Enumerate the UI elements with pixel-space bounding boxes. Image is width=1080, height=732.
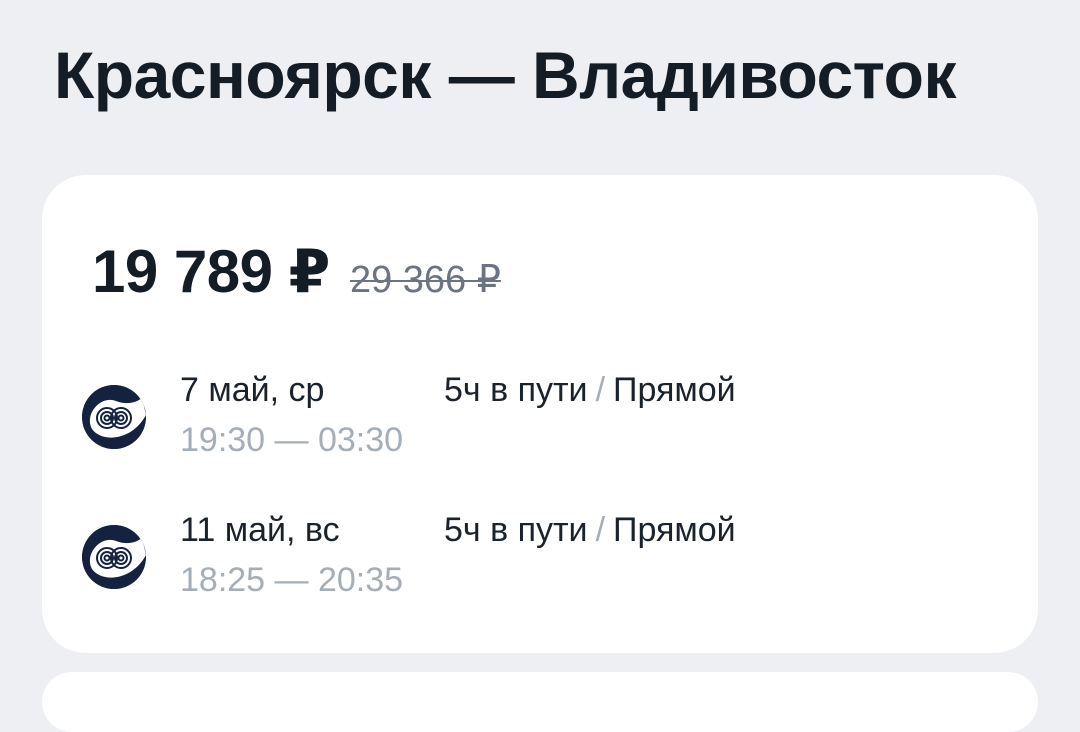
segment-date: 11 май, вс bbox=[180, 511, 340, 549]
next-ticket-card[interactable] bbox=[42, 672, 1038, 732]
segment-date: 7 май, ср bbox=[180, 371, 325, 409]
segment-time: 18:25 — 20:35 bbox=[180, 561, 404, 599]
price-row: 19 789 ₽ 29 366 ₽ bbox=[92, 237, 501, 307]
flight-segment-return: 11 май, вс 18:25 — 20:35 5ч в пути / Прямо… bbox=[82, 510, 982, 610]
segment-separator: / bbox=[595, 371, 606, 409]
price-current: 19 789 ₽ bbox=[92, 238, 330, 305]
flight-segment-outbound: 7 май, ср 19:30 — 03:30 5ч в пути / Прямой bbox=[82, 370, 982, 470]
segment-info: 5ч в пути / Прямой bbox=[444, 370, 736, 410]
route-title: Красноярск — Владивосток bbox=[54, 38, 956, 112]
segment-type: Прямой bbox=[613, 511, 736, 549]
segment-time: 19:30 — 03:30 bbox=[180, 421, 404, 459]
airline-logo-icon bbox=[82, 525, 146, 589]
segment-info: 5ч в пути / Прямой bbox=[444, 510, 736, 550]
segment-duration: 5ч в пути bbox=[444, 511, 588, 549]
segment-duration: 5ч в пути bbox=[444, 371, 588, 409]
price-old: 29 366 ₽ bbox=[349, 259, 501, 301]
airline-logo-icon bbox=[82, 385, 146, 449]
segment-type: Прямой bbox=[613, 371, 736, 409]
ticket-card[interactable]: 19 789 ₽ 29 366 ₽ 7 май, ср 19:30 — 03:3… bbox=[42, 175, 1038, 653]
segment-separator: / bbox=[595, 511, 606, 549]
